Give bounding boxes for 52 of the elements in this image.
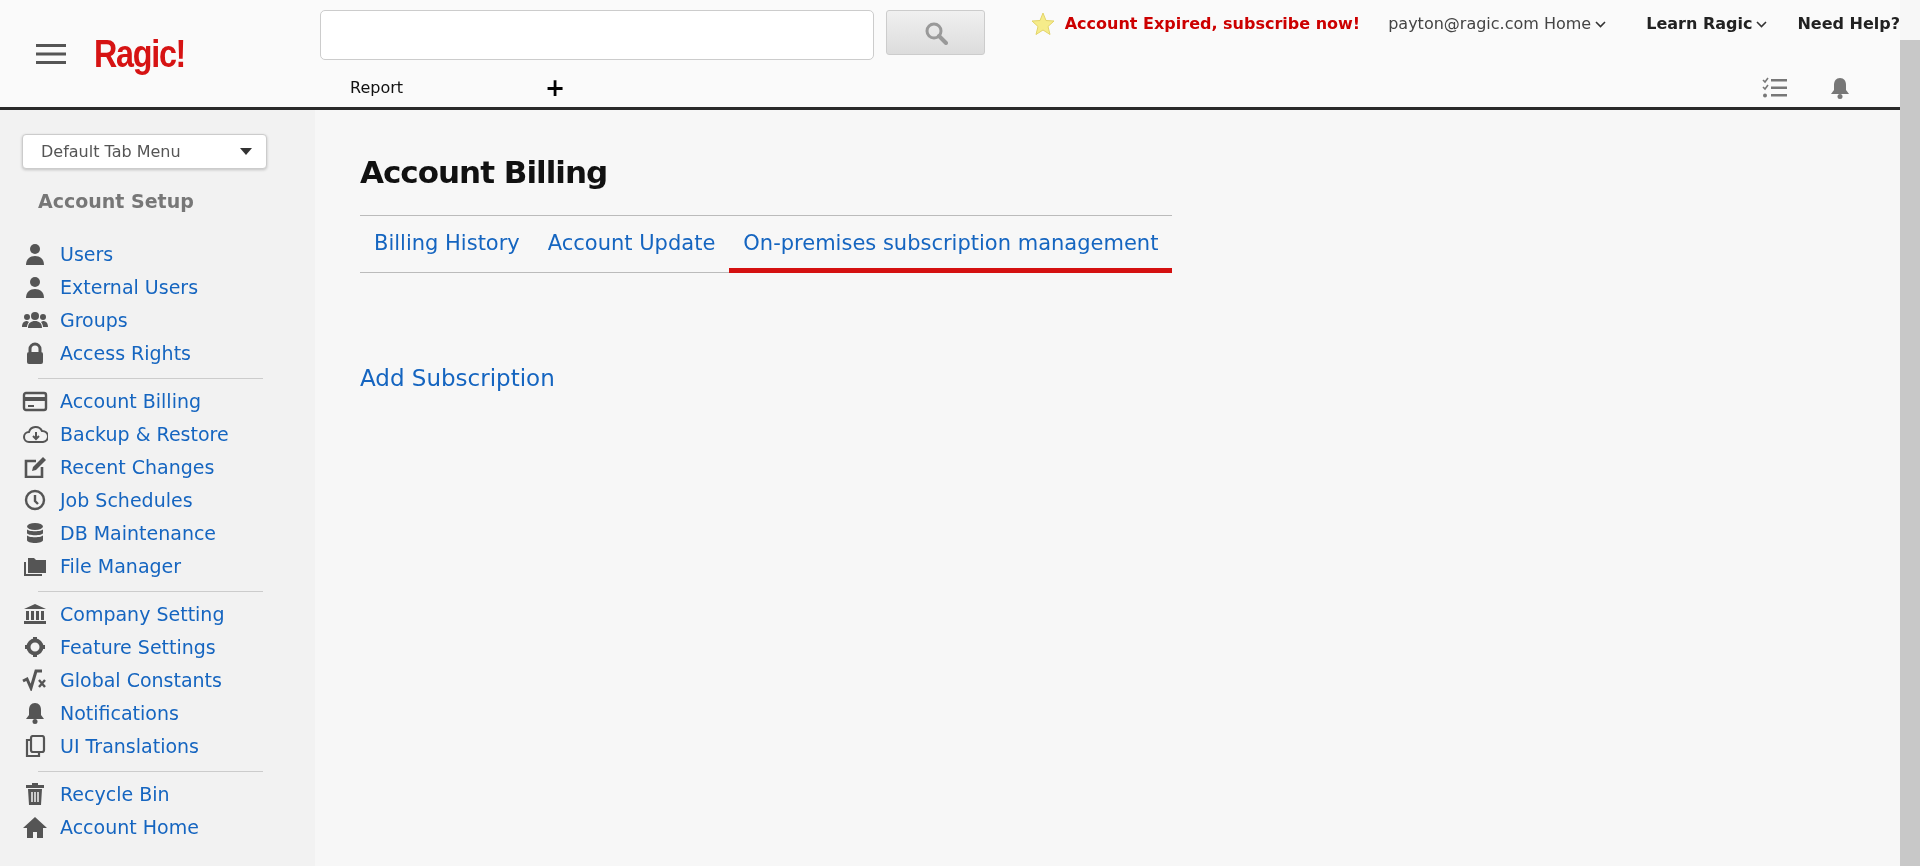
gear-icon: [22, 636, 48, 658]
sidebar-link[interactable]: Recycle Bin: [22, 777, 302, 811]
group-icon: [22, 309, 48, 331]
bank-icon: [22, 603, 48, 625]
menu-icon[interactable]: [36, 42, 66, 65]
checklist-icon[interactable]: [1762, 76, 1788, 99]
clock-icon: [22, 489, 48, 511]
sidebar-link[interactable]: Notifications: [22, 696, 302, 730]
sidebar-link[interactable]: Company Setting: [22, 597, 302, 631]
cloud-download-icon: [22, 423, 48, 445]
billing-tab[interactable]: Billing History: [360, 216, 534, 274]
sidebar-link[interactable]: UI Translations: [22, 729, 302, 763]
square-root-icon: [22, 669, 48, 691]
sidebar-link[interactable]: Feature Settings: [22, 630, 302, 664]
sidebar-link[interactable]: Users: [22, 237, 302, 271]
sidebar-link[interactable]: Job Schedules: [22, 483, 302, 517]
report-tab[interactable]: Report: [320, 75, 404, 100]
sidebar-link[interactable]: Backup & Restore: [22, 417, 302, 451]
edit-icon: [22, 456, 48, 478]
learn-menu[interactable]: Learn Ragic: [1646, 12, 1768, 36]
sidebar-link[interactable]: Groups: [22, 303, 302, 337]
search-button[interactable]: [886, 10, 985, 55]
star-icon: [1030, 12, 1055, 36]
search-icon: [923, 20, 948, 45]
search-field[interactable]: [320, 10, 874, 60]
billing-tab[interactable]: Account Update: [533, 216, 730, 274]
sidebar-link[interactable]: External Users: [22, 270, 302, 304]
add-tab-button[interactable]: +: [545, 75, 566, 100]
chevron-icon: [1756, 20, 1768, 28]
credit-card-icon: [22, 390, 48, 412]
sidebar-link[interactable]: DB Maintenance: [22, 516, 302, 550]
section-title: Account Setup: [38, 189, 195, 214]
bell-icon[interactable]: [1830, 76, 1850, 99]
add-subscription-link[interactable]: Add Subscription: [360, 361, 555, 396]
logo[interactable]: Ragic!: [94, 34, 186, 73]
help-link[interactable]: Need Help?: [1797, 12, 1900, 36]
sidebar-link[interactable]: Account Billing: [22, 384, 302, 418]
subscribe-link[interactable]: Account Expired, subscribe now!: [1064, 12, 1361, 36]
page-title: Account Billing: [360, 154, 609, 192]
folders-icon: [22, 555, 48, 577]
scrollbar[interactable]: [1900, 40, 1920, 866]
sidebar-link[interactable]: Account Home: [22, 810, 302, 844]
caret-icon: [240, 148, 252, 155]
billing-tab[interactable]: On-premises subscription management: [729, 216, 1173, 274]
sidebar-link[interactable]: File Manager: [22, 549, 302, 583]
chevron-icon: [1595, 20, 1607, 28]
tab-menu-dropdown[interactable]: Default Tab Menu: [22, 134, 267, 169]
home-icon: [22, 816, 48, 838]
sidebar-link[interactable]: Access Rights: [22, 336, 302, 370]
sidebar-link[interactable]: Recent Changes: [22, 450, 302, 484]
sidebar-link[interactable]: Global Constants: [22, 663, 302, 697]
account-menu[interactable]: payton@ragic.com Home: [1388, 12, 1607, 36]
